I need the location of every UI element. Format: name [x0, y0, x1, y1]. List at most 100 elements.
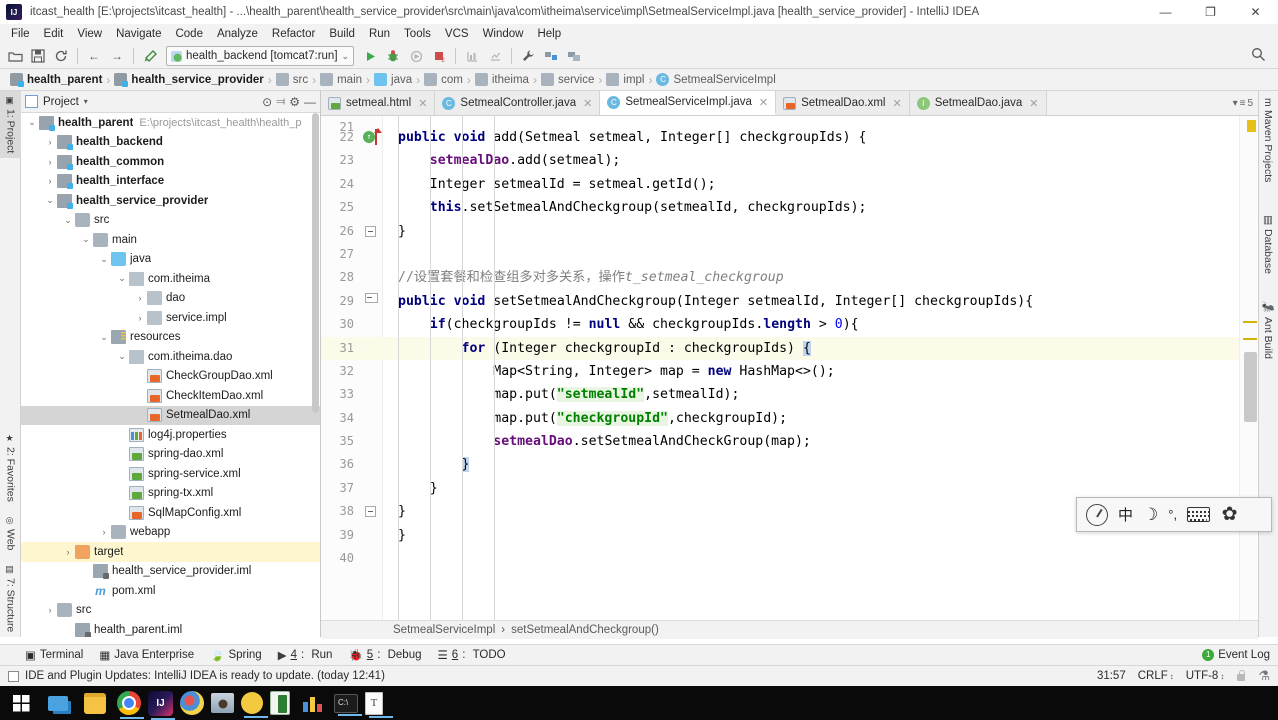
code-editor[interactable]: 21 22 ↑ public void add(Setmeal setmeal, In…	[321, 116, 1258, 637]
code-line[interactable]: 28 //设置套餐和检查组多对多关系，操作t_setmeal_checkgroup	[321, 266, 1239, 289]
sync-icon[interactable]	[50, 46, 72, 67]
change-marker[interactable]	[1243, 321, 1257, 323]
code-text[interactable]: 21 22 ↑ public void add(Setmeal setmeal, In…	[321, 116, 1239, 637]
change-marker[interactable]	[1243, 338, 1257, 340]
tree-node-checkitemdao-xml[interactable]: CheckItemDao.xml	[21, 386, 320, 406]
start-button[interactable]	[6, 688, 36, 718]
tree-node-com-itheima-dao[interactable]: ⌄ com.itheima.dao	[21, 347, 320, 367]
code-line[interactable]: 33 map.put("setmealId",setmealId);	[321, 383, 1239, 406]
chevron-down-icon[interactable]: ⌄	[115, 351, 129, 362]
code-line[interactable]: 35 setmealDao.setSetmealAndCheckGroup(ma…	[321, 430, 1239, 453]
run-configuration-selector[interactable]: health_backend [tomcat7:run] ⌄	[166, 46, 355, 66]
inspection-icon[interactable]: ⚗	[1258, 668, 1270, 684]
bottom-item-java-enterprise[interactable]: ▦ Java Enterprise	[99, 648, 194, 662]
bottom-item-debug[interactable]: 🐞 5: Debug	[348, 648, 421, 662]
gutter-marker[interactable]	[361, 290, 383, 313]
ime-mode-toggle[interactable]: 中	[1118, 504, 1133, 525]
code-line[interactable]: 30 if(checkgroupIds != null && checkgrou…	[321, 313, 1239, 336]
breadcrumb-main[interactable]: main	[316, 73, 366, 86]
tree-node-spring-tx-xml[interactable]: spring-tx.xml	[21, 484, 320, 504]
code-line[interactable]: 31 for (Integer checkgroupId : checkgrou…	[321, 336, 1239, 360]
code-line[interactable]: 29 public void setSetmealAndCheckgroup(In…	[321, 290, 1239, 313]
breadcrumb-health-service-provider[interactable]: health_service_provider	[110, 73, 267, 87]
close-icon[interactable]: ✕	[892, 97, 901, 110]
tree-node-target[interactable]: › target	[21, 542, 320, 562]
hide-panel-icon[interactable]: —	[304, 95, 316, 109]
task-view-button[interactable]	[43, 688, 73, 718]
sdk-manager-icon[interactable]	[563, 46, 585, 67]
tree-node-health-backend[interactable]: › health_backend	[21, 133, 320, 153]
tab-list-icon[interactable]: ≡	[1240, 98, 1246, 109]
charts-icon[interactable]	[297, 688, 327, 718]
gutter-marker[interactable]	[361, 524, 383, 547]
breadcrumb-itheima[interactable]: itheima	[471, 73, 533, 86]
tree-node-spring-dao-xml[interactable]: spring-dao.xml	[21, 445, 320, 465]
menu-analyze[interactable]: Analyze	[210, 26, 265, 42]
sidebar-item-maven-projects[interactable]: m Maven Projects	[1258, 93, 1278, 187]
menu-navigate[interactable]: Navigate	[109, 26, 168, 42]
close-button[interactable]: ✕	[1233, 0, 1278, 24]
chrome-icon[interactable]	[117, 691, 144, 719]
folder-icon[interactable]	[241, 692, 268, 718]
build-hammer-icon[interactable]	[139, 46, 161, 67]
menu-view[interactable]: View	[70, 26, 109, 42]
tab-overflow-area[interactable]: ▾ ≡ 5	[1047, 91, 1259, 115]
close-icon[interactable]: ✕	[1029, 97, 1038, 110]
menu-tools[interactable]: Tools	[397, 26, 438, 42]
rerun-icon[interactable]	[405, 46, 427, 67]
close-icon[interactable]: ✕	[759, 96, 768, 109]
sidebar-item-database[interactable]: ▥ Database	[1258, 209, 1278, 279]
gutter-marker[interactable]	[361, 220, 383, 243]
code-line[interactable]: 34 map.put("checkgroupId",checkgroupId);	[321, 407, 1239, 430]
punctuation-toggle[interactable]: °,	[1168, 507, 1177, 522]
tree-node-health-parent-iml[interactable]: health_parent.iml	[21, 620, 320, 637]
gear-icon[interactable]	[1220, 505, 1239, 524]
search-everywhere-icon[interactable]	[1251, 47, 1266, 65]
gutter-marker[interactable]	[361, 547, 383, 570]
navigate-forward-icon[interactable]: →	[106, 46, 128, 67]
paint-icon[interactable]	[180, 691, 204, 715]
bottom-item-todo[interactable]: ☰ 6: TODO	[437, 648, 505, 662]
code-line[interactable]: 25 this.setSetmealAndCheckgroup(setmealI…	[321, 196, 1239, 219]
chevron-down-icon[interactable]: ⌄	[97, 254, 111, 265]
gutter-marker[interactable]	[361, 360, 383, 383]
profile-icon[interactable]	[484, 46, 506, 67]
gutter-marker[interactable]: ↑	[361, 126, 383, 149]
fold-collapse-icon[interactable]	[365, 506, 376, 518]
code-line[interactable]: 36 }	[321, 453, 1239, 476]
menu-vcs[interactable]: VCS	[438, 26, 476, 42]
project-structure-icon[interactable]	[540, 46, 562, 67]
caret-position[interactable]: 31:57	[1097, 670, 1126, 682]
gutter-marker[interactable]	[361, 453, 383, 476]
menu-refactor[interactable]: Refactor	[265, 26, 322, 42]
gutter-marker[interactable]	[361, 407, 383, 430]
fold-collapse-icon[interactable]	[365, 225, 376, 237]
chevron-right-icon[interactable]: ›	[43, 176, 57, 186]
gutter-marker[interactable]	[361, 149, 383, 172]
breadcrumb-impl[interactable]: impl	[602, 73, 648, 86]
project-tree[interactable]: ⌄ health_parent E:\projects\itcast_health\…	[21, 113, 320, 637]
read-only-lock-icon[interactable]	[1236, 670, 1246, 682]
tree-node-webapp[interactable]: › webapp	[21, 523, 320, 543]
excel-icon[interactable]	[270, 691, 290, 715]
gutter-marker[interactable]	[361, 383, 383, 406]
winrar-icon[interactable]	[211, 693, 234, 713]
breadcrumb-src[interactable]: src	[272, 73, 312, 86]
code-line[interactable]: 27	[321, 243, 1239, 266]
sidebar-item-structure[interactable]: ▤ 7: Structure	[0, 560, 21, 637]
gear-icon[interactable]: ⚙	[289, 95, 300, 109]
event-log-button[interactable]: 1 Event Log	[1202, 649, 1270, 661]
tree-node-src[interactable]: › src	[21, 601, 320, 621]
gutter-marker[interactable]	[361, 477, 383, 500]
fold-expand-icon[interactable]	[365, 292, 378, 306]
code-line[interactable]: 22 ↑ public void add(Setmeal setmeal, Inte…	[321, 126, 1239, 149]
keyboard-icon[interactable]	[1187, 507, 1211, 522]
tree-node-spring-service-xml[interactable]: spring-service.xml	[21, 464, 320, 484]
line-separator-selector[interactable]: CRLF ↕	[1138, 670, 1174, 682]
maximize-button[interactable]: ❐	[1188, 0, 1233, 24]
ime-floating-toolbar[interactable]: 中 ☽ °,	[1076, 497, 1272, 532]
text-document-icon[interactable]	[365, 691, 393, 718]
menu-edit[interactable]: Edit	[37, 26, 71, 42]
encoding-selector[interactable]: UTF-8 ↕	[1186, 670, 1225, 682]
tree-node-health-parent[interactable]: ⌄ health_parent E:\projects\itcast_health\…	[21, 113, 320, 133]
